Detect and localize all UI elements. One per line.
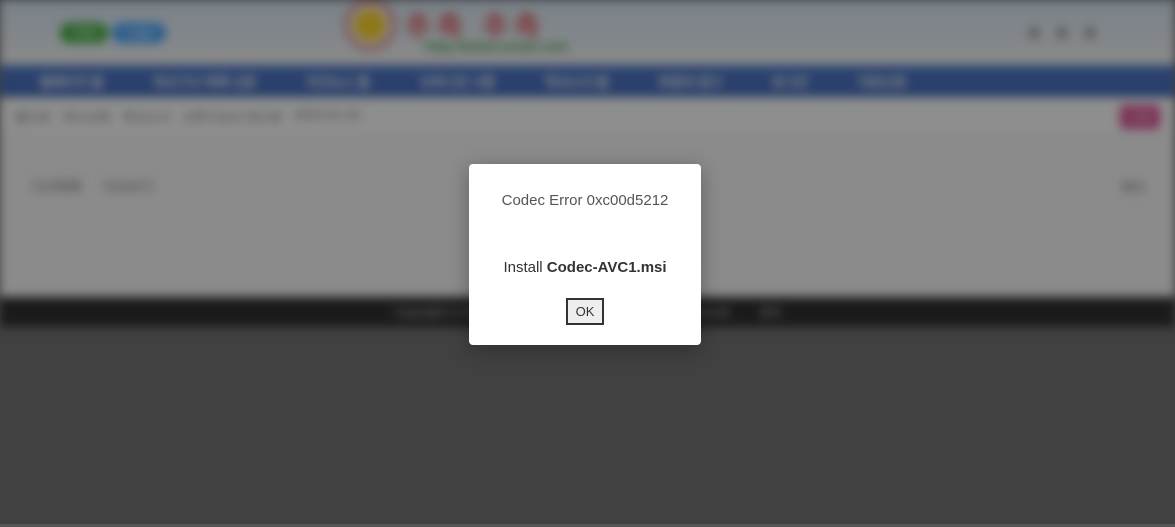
install-prefix: Install — [503, 259, 546, 276]
ok-button[interactable]: OK — [566, 298, 605, 325]
dialog-title: Codec Error 0xc00d5212 — [487, 192, 683, 209]
install-filename: Codec-AVC1.msi — [547, 259, 667, 276]
dialog-message: Install Codec-AVC1.msi — [487, 259, 683, 276]
codec-error-dialog: Codec Error 0xc00d5212 Install Codec-AVC… — [469, 164, 701, 345]
